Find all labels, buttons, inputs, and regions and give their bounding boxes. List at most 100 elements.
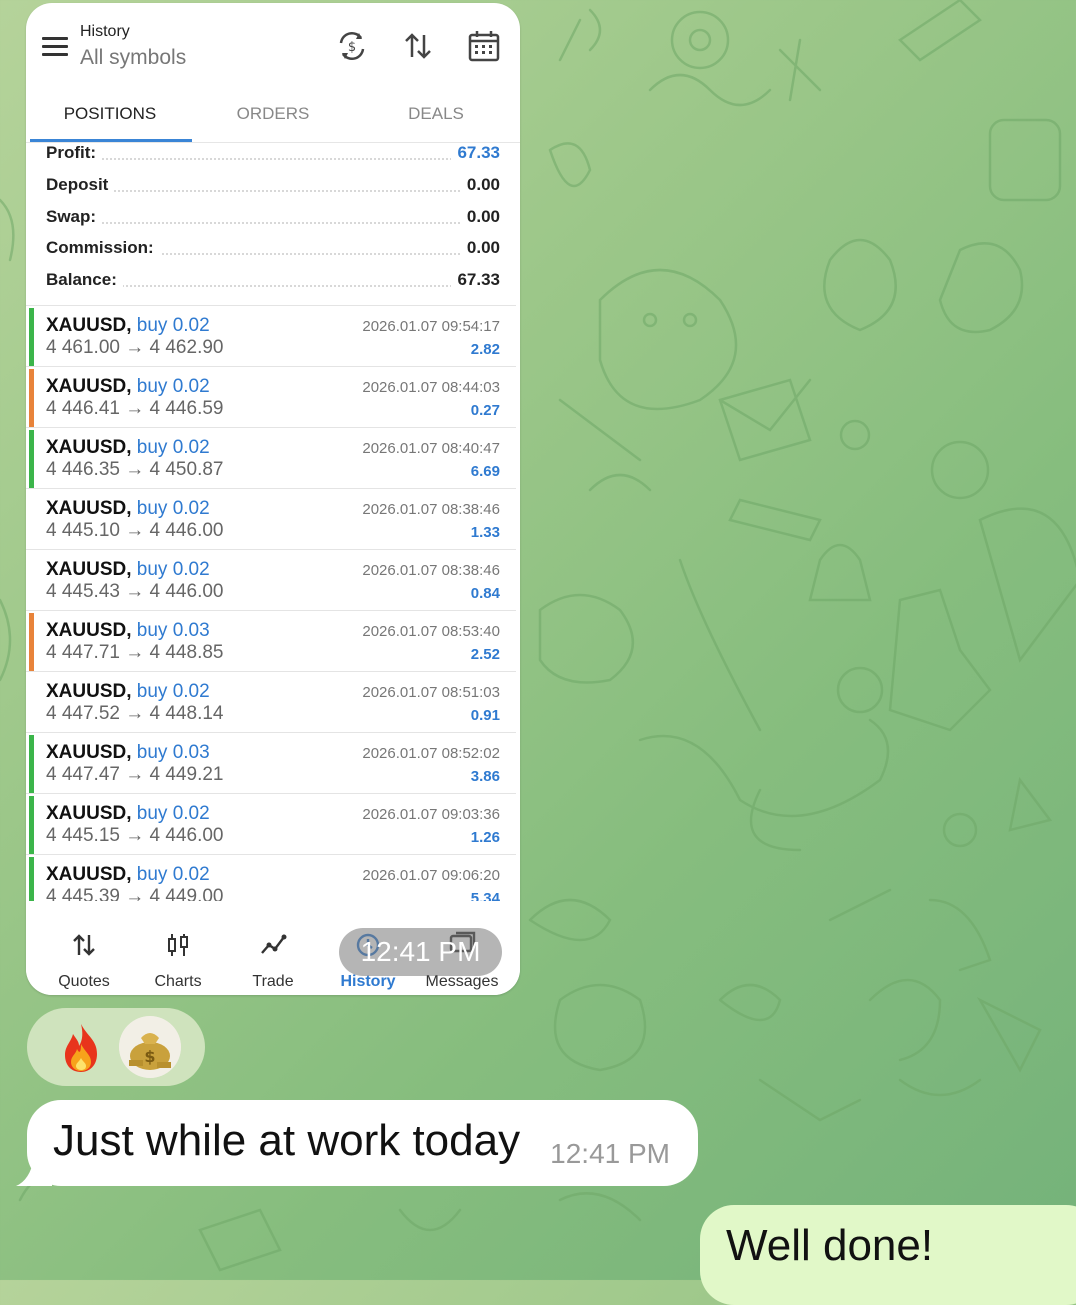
tab-positions[interactable]: POSITIONS	[28, 95, 192, 135]
tab-deals[interactable]: DEALS	[354, 95, 518, 135]
currency-sync-icon[interactable]: $	[335, 29, 369, 63]
position-prices: 4 445.10 → 4 446.00	[46, 520, 224, 541]
position-time: 2026.01.07 08:51:03	[362, 684, 500, 701]
position-row[interactable]: XAUUSD, buy 0.03 4 447.71 → 4 448.85 202…	[26, 610, 516, 671]
summary-row-profit: Profit: 67.33	[46, 143, 500, 173]
nav-label: Charts	[154, 973, 202, 990]
position-side: buy 0.02	[136, 376, 210, 397]
position-symbol: XAUUSD,	[46, 681, 132, 702]
svg-text:$: $	[144, 1047, 155, 1066]
position-side: buy 0.02	[136, 864, 210, 885]
summary-row-commission: Commission: 0.00	[46, 238, 500, 268]
summary-label: Balance:	[46, 270, 123, 290]
summary-value: 0.00	[460, 238, 500, 258]
summary-row-deposit: Deposit 0.00	[46, 175, 500, 205]
summary-label: Swap:	[46, 207, 103, 227]
position-prices: 4 446.41 → 4 446.59	[46, 398, 224, 419]
symbol-filter[interactable]: All symbols	[80, 46, 186, 70]
incoming-message[interactable]: Just while at work today 12:41 PM	[27, 1100, 698, 1186]
menu-icon[interactable]	[42, 37, 68, 57]
result-marker	[29, 369, 34, 427]
outgoing-message[interactable]: Well done!	[700, 1205, 1076, 1305]
position-time: 2026.01.07 09:03:36	[362, 806, 500, 823]
position-side: buy 0.02	[136, 315, 210, 336]
position-symbol: XAUUSD,	[46, 315, 132, 336]
result-marker	[29, 308, 34, 366]
fire-emoji-icon[interactable]	[57, 1022, 105, 1074]
position-time: 2026.01.07 08:53:40	[362, 623, 500, 640]
position-row[interactable]: XAUUSD, buy 0.02 4 445.43 → 4 446.00 202…	[26, 549, 516, 610]
position-prices: 4 447.47 → 4 449.21	[46, 764, 224, 785]
result-marker	[29, 491, 34, 549]
result-marker	[29, 552, 34, 610]
position-profit: 0.27	[470, 402, 500, 419]
message-reactions[interactable]: $	[27, 1008, 205, 1086]
position-symbol: XAUUSD,	[46, 498, 132, 519]
nav-trade[interactable]: Trade	[225, 903, 321, 995]
sort-icon[interactable]	[401, 29, 435, 63]
position-row[interactable]: XAUUSD, buy 0.02 4 445.15 → 4 446.00 202…	[26, 793, 516, 854]
position-row[interactable]: XAUUSD, buy 0.02 4 445.39 → 4 449.00 202…	[26, 854, 516, 901]
position-side: buy 0.02	[136, 559, 210, 580]
summary-row-balance: Balance: 67.33	[46, 270, 500, 300]
charts-icon	[168, 934, 188, 956]
image-timestamp: 12:41 PM	[339, 928, 502, 976]
position-side: buy 0.02	[136, 437, 210, 458]
position-prices: 4 445.43 → 4 446.00	[46, 581, 224, 602]
summary-value: 67.33	[451, 270, 500, 290]
position-time: 2026.01.07 08:38:46	[362, 562, 500, 579]
history-screenshot[interactable]: History All symbols $ POSITIONS ORDERS D…	[26, 3, 520, 995]
result-marker	[29, 796, 34, 854]
history-tabs: POSITIONS ORDERS DEALS	[26, 95, 520, 143]
position-row[interactable]: XAUUSD, buy 0.03 4 447.47 → 4 449.21 202…	[26, 732, 516, 793]
result-marker	[29, 674, 34, 732]
position-prices: 4 445.15 → 4 446.00	[46, 825, 224, 846]
position-symbol: XAUUSD,	[46, 437, 132, 458]
account-summary: Profit: 67.33 Deposit 0.00 Swap: 0.00 Co…	[26, 141, 520, 305]
summary-value: 67.33	[451, 143, 500, 163]
position-side: buy 0.03	[136, 620, 210, 641]
result-marker	[29, 613, 34, 671]
result-marker	[29, 857, 34, 901]
position-symbol: XAUUSD,	[46, 864, 132, 885]
position-profit: 2.52	[470, 646, 500, 663]
position-row[interactable]: XAUUSD, buy 0.02 4 445.10 → 4 446.00 202…	[26, 488, 516, 549]
position-time: 2026.01.07 08:44:03	[362, 379, 500, 396]
message-text: Well done!	[726, 1221, 934, 1270]
result-marker	[29, 735, 34, 793]
position-time: 2026.01.07 08:52:02	[362, 745, 500, 762]
position-profit: 3.86	[470, 768, 500, 785]
position-time: 2026.01.07 08:38:46	[362, 501, 500, 518]
summary-value: 0.00	[460, 175, 500, 195]
position-prices: 4 445.39 → 4 449.00	[46, 886, 224, 901]
position-row[interactable]: XAUUSD, buy 0.02 4 446.41 → 4 446.59 202…	[26, 366, 516, 427]
summary-label: Commission:	[46, 238, 160, 258]
position-profit: 1.26	[470, 829, 500, 846]
summary-label: Profit:	[46, 143, 103, 163]
tab-orders[interactable]: ORDERS	[191, 95, 355, 135]
position-side: buy 0.03	[136, 742, 210, 763]
position-row[interactable]: XAUUSD, buy 0.02 4 447.52 → 4 448.14 202…	[26, 671, 516, 732]
money-bag-emoji-icon[interactable]: $	[119, 1016, 181, 1078]
position-side: buy 0.02	[136, 498, 210, 519]
position-prices: 4 446.35 → 4 450.87	[46, 459, 224, 480]
calendar-icon[interactable]	[467, 29, 501, 63]
position-prices: 4 447.71 → 4 448.85	[46, 642, 224, 663]
nav-charts[interactable]: Charts	[130, 903, 226, 995]
position-prices: 4 447.52 → 4 448.14	[46, 703, 224, 724]
position-side: buy 0.02	[136, 803, 210, 824]
position-row[interactable]: XAUUSD, buy 0.02 4 461.00 → 4 462.90 202…	[26, 305, 516, 366]
position-symbol: XAUUSD,	[46, 742, 132, 763]
summary-value: 0.00	[460, 207, 500, 227]
nav-label: Quotes	[58, 973, 110, 990]
svg-text:$: $	[348, 40, 356, 55]
message-text: Just while at work today	[53, 1116, 521, 1165]
position-row[interactable]: XAUUSD, buy 0.02 4 446.35 → 4 450.87 202…	[26, 427, 516, 488]
position-prices: 4 461.00 → 4 462.90	[46, 337, 224, 358]
message-time: 12:41 PM	[550, 1138, 670, 1169]
app-toolbar: History All symbols $	[26, 3, 520, 93]
nav-quotes[interactable]: Quotes	[36, 903, 132, 995]
position-profit: 2.82	[470, 341, 500, 358]
position-time: 2026.01.07 09:06:20	[362, 867, 500, 884]
positions-list: XAUUSD, buy 0.02 4 461.00 → 4 462.90 202…	[26, 305, 520, 901]
